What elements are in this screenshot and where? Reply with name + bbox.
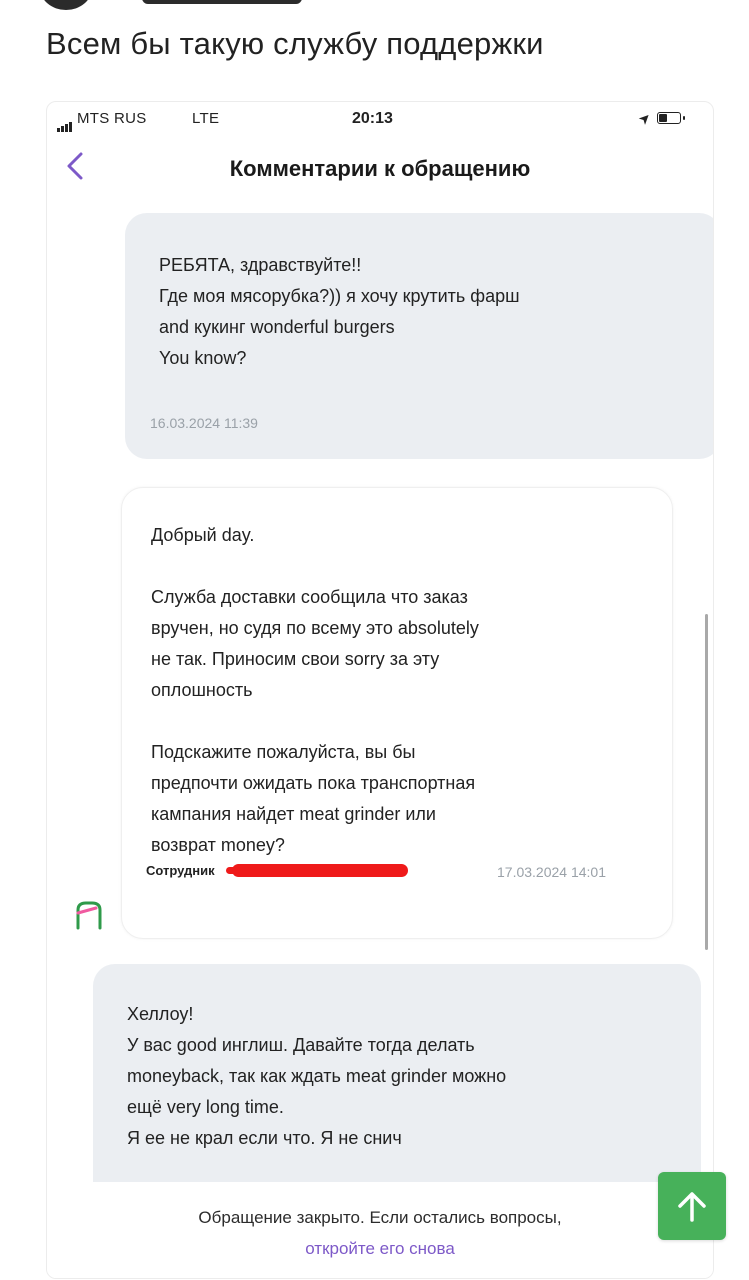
status-clock: 20:13 [352,110,393,127]
redacted-name [226,864,408,877]
reopen-link[interactable]: откройте его снова [47,1239,713,1259]
status-bar: MTS RUS LTE 20:13 ➤ [47,102,713,136]
network-label: LTE [192,110,220,127]
closed-banner: Обращение закрыто. Если остались вопросы… [47,1182,713,1278]
message-text: Добрый day. Служба доставки сообщила что… [151,525,479,855]
agent-message: Добрый day. Служба доставки сообщила что… [121,487,673,939]
message-timestamp: 16.03.2024 11:39 [150,415,258,431]
message-timestamp: 17.03.2024 14:01 [497,864,606,880]
post-author-name-bar [142,0,302,4]
signal-icon [57,114,73,132]
user-message: РЕБЯТА, здравствуйте!! Где моя мясорубка… [125,213,713,459]
message-text: РЕБЯТА, здравствуйте!! Где моя мясорубка… [159,255,520,368]
phone-screenshot: MTS RUS LTE 20:13 ➤ Комментарии к обраще… [46,101,714,1279]
message-text: Хеллоу! У вас good инглиш. Давайте тогда… [127,1004,507,1148]
agent-label: Сотрудник [146,863,215,878]
post-author-avatar [40,0,92,10]
battery-icon [657,112,685,124]
arrow-up-icon [678,1192,706,1222]
scrollbar[interactable] [705,614,708,950]
scroll-to-top-button[interactable] [658,1172,726,1240]
post-title: Всем бы такую службу поддержки [46,26,544,61]
agent-avatar-icon [74,898,104,932]
screen-title: Комментарии к обращению [229,156,531,181]
closed-text: Обращение закрыто. Если остались вопросы… [198,1208,562,1227]
carrier-label: MTS RUS [77,110,147,127]
location-icon: ➤ [634,108,655,128]
